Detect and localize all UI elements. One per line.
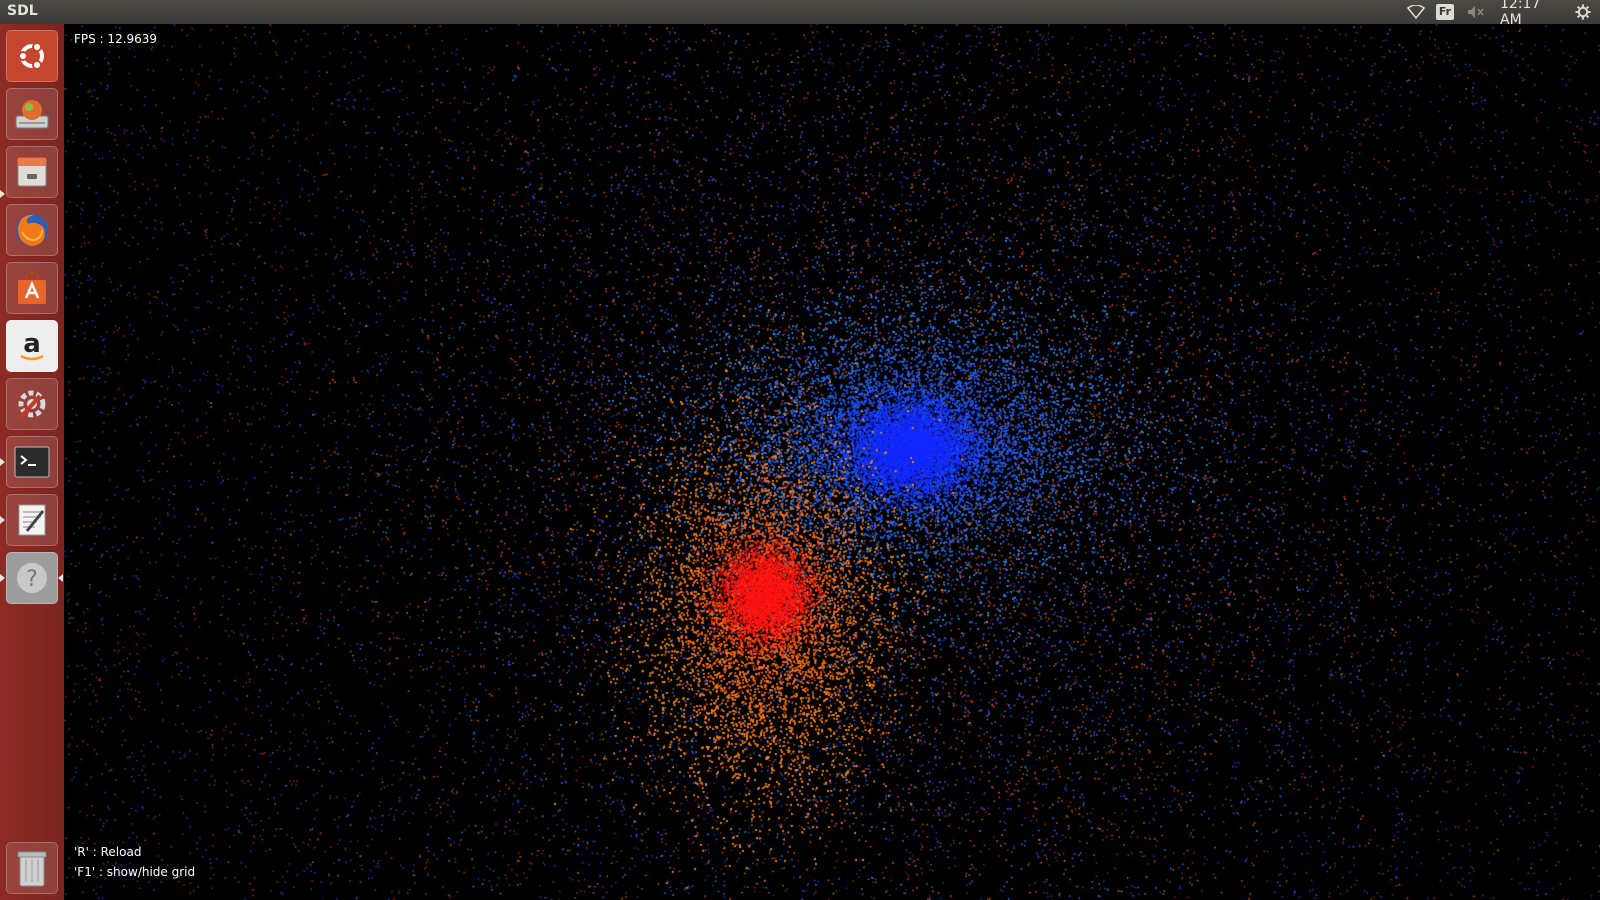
particle-field <box>64 24 1600 900</box>
wifi-icon[interactable] <box>1403 0 1429 24</box>
launcher-software-center[interactable] <box>6 262 58 314</box>
wrench-gear-icon <box>18 390 46 420</box>
help-icon: ? <box>17 563 47 593</box>
keyboard-layout-label: Fr <box>1436 4 1454 20</box>
launcher-firefox[interactable] <box>6 204 58 256</box>
file-cabinet-icon <box>17 157 47 187</box>
ubuntu-logo-icon <box>18 42 44 70</box>
terminal-icon <box>14 446 50 478</box>
keyboard-layout-indicator[interactable]: Fr <box>1434 0 1456 24</box>
running-indicator <box>0 458 5 466</box>
launcher: a ? <box>0 24 65 900</box>
help-reload-hint: 'R' : Reload <box>74 845 142 859</box>
svg-text:a: a <box>23 329 41 359</box>
launcher-trash[interactable] <box>6 842 58 894</box>
launcher-terminal[interactable] <box>6 436 58 488</box>
shopping-bag-icon <box>18 272 46 304</box>
launcher-text-editor[interactable] <box>6 494 58 546</box>
running-indicator <box>0 190 5 198</box>
launcher-ubuntu-dash[interactable] <box>6 30 58 82</box>
amazon-icon: a <box>20 329 44 361</box>
launcher-file-manager[interactable] <box>6 146 58 198</box>
clock[interactable]: 12:17 AM <box>1500 0 1566 28</box>
running-indicator <box>0 574 5 582</box>
svg-text:?: ? <box>26 567 38 592</box>
window-title: SDL <box>7 3 38 19</box>
fps-counter: FPS : 12.9639 <box>74 32 158 46</box>
simulation-canvas[interactable]: FPS : 12.9639 'R' : Reload 'F1' : show/h… <box>64 24 1600 900</box>
launcher-system-settings[interactable] <box>6 378 58 430</box>
launcher-backup[interactable] <box>6 88 58 140</box>
backup-icon <box>15 100 49 129</box>
volume-muted-icon[interactable] <box>1464 0 1488 24</box>
top-panel: SDL Fr 12:17 AM <box>0 0 1600 28</box>
firefox-icon <box>16 214 48 246</box>
launcher-amazon[interactable]: a <box>6 320 58 372</box>
text-editor-icon <box>18 504 46 536</box>
gear-icon[interactable] <box>1572 0 1594 24</box>
help-grid-hint: 'F1' : show/hide grid <box>74 865 196 879</box>
launcher-help[interactable]: ? <box>6 552 58 604</box>
focused-indicator <box>58 574 63 582</box>
running-indicator <box>0 516 5 524</box>
trash-icon <box>17 851 47 887</box>
